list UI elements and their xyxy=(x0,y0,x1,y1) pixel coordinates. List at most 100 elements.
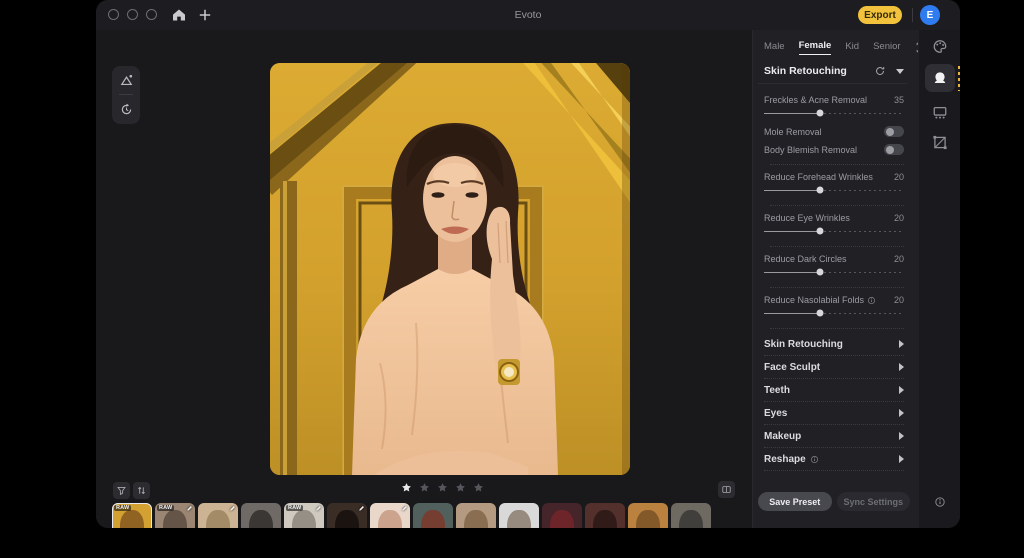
filter-button[interactable] xyxy=(113,482,130,499)
reset-icon[interactable] xyxy=(874,65,886,77)
home-icon[interactable] xyxy=(171,7,187,23)
filmstrip-thumbnail[interactable]: 9 xyxy=(456,503,496,528)
caret-down-icon[interactable] xyxy=(896,69,904,74)
slider-row: Reduce Nasolabial Folds20 xyxy=(764,295,904,305)
dotted-divider xyxy=(770,287,904,288)
save-preset-button[interactable]: Save Preset xyxy=(758,492,832,511)
filmstrip-thumbnail[interactable]: 13 xyxy=(628,503,668,528)
slider-thumb[interactable] xyxy=(817,187,824,194)
thumbnail-subject xyxy=(292,510,316,528)
history-icon[interactable] xyxy=(117,100,135,118)
new-tab-plus-icon[interactable] xyxy=(197,7,213,23)
filmstrip-thumbnail[interactable]: 12 xyxy=(585,503,625,528)
section-label: Teeth xyxy=(764,385,790,396)
slider-row: Reduce Forehead Wrinkles20 xyxy=(764,172,904,182)
compare-icon[interactable] xyxy=(117,71,135,89)
slider-track[interactable] xyxy=(764,266,904,278)
filmstrip-thumbnail[interactable]: 11 xyxy=(542,503,582,528)
thumbnail-subject xyxy=(593,510,617,528)
titlebar: Evoto Export E xyxy=(96,0,960,30)
slider-fill xyxy=(764,231,820,232)
titlebar-divider xyxy=(912,8,913,22)
tab-senior[interactable]: Senior xyxy=(873,41,900,55)
minimize-window-icon[interactable] xyxy=(127,9,138,20)
portrait-tool-icon[interactable] xyxy=(931,70,948,87)
slider-thumb[interactable] xyxy=(817,310,824,317)
edited-pencil-icon xyxy=(358,505,365,512)
edited-pencil-icon xyxy=(186,505,193,512)
window-controls[interactable] xyxy=(108,9,157,20)
canvas-area: RAW1RAW234RAW567891011121314 xyxy=(96,30,752,528)
toggle-switch[interactable] xyxy=(884,126,904,137)
avatar[interactable]: E xyxy=(920,5,940,25)
section-row-face-sculpt[interactable]: Face Sculpt xyxy=(764,356,904,379)
filmstrip-thumbnail[interactable]: 7 xyxy=(370,503,410,528)
section-label: Eyes xyxy=(764,408,787,419)
frames-tool-icon[interactable] xyxy=(931,104,948,121)
filmstrip-thumbnail[interactable]: 3 xyxy=(198,503,238,528)
canvas-toolbar xyxy=(112,66,140,124)
thumbnail-subject xyxy=(636,510,660,528)
info-icon[interactable] xyxy=(934,496,946,508)
palette-tool-icon[interactable] xyxy=(931,38,948,55)
dotted-divider xyxy=(770,205,904,206)
star-icon[interactable] xyxy=(473,482,484,493)
section-row-teeth[interactable]: Teeth xyxy=(764,379,904,402)
star-icon[interactable] xyxy=(455,482,466,493)
raw-badge: RAW xyxy=(286,505,303,511)
section-row-reshape[interactable]: Reshape xyxy=(764,448,904,471)
retouch-panel: MaleFemaleKidSenior Skin Retouching Frec… xyxy=(752,30,918,528)
filmstrip-thumbnail[interactable]: 4 xyxy=(241,503,281,528)
tab-female[interactable]: Female xyxy=(799,40,832,55)
filmstrip-thumbnail[interactable]: 8 xyxy=(413,503,453,528)
section-row-eyes[interactable]: Eyes xyxy=(764,402,904,425)
star-icon[interactable] xyxy=(401,482,412,493)
control-label: Reduce Nasolabial Folds xyxy=(764,295,876,305)
filmstrip-thumbnail[interactable]: RAW5 xyxy=(284,503,324,528)
slider-thumb[interactable] xyxy=(817,269,824,276)
toggle-knob xyxy=(886,128,894,136)
photo-canvas[interactable] xyxy=(270,63,630,475)
transform-tool-icon[interactable] xyxy=(931,134,948,151)
tab-kid[interactable]: Kid xyxy=(845,41,859,55)
sync-settings-button[interactable]: Sync Settings xyxy=(837,492,911,511)
panel-layout-button[interactable] xyxy=(718,481,735,498)
sort-button[interactable] xyxy=(133,482,150,499)
slider-row: Reduce Eye Wrinkles20 xyxy=(764,213,904,223)
section-row-skin-retouching[interactable]: Skin Retouching xyxy=(764,333,904,356)
chevron-right-icon xyxy=(899,386,904,394)
dotted-divider xyxy=(770,328,904,329)
section-row-makeup[interactable]: Makeup xyxy=(764,425,904,448)
info-icon xyxy=(810,455,819,464)
slider-track[interactable] xyxy=(764,107,904,119)
slider-track[interactable] xyxy=(764,307,904,319)
zoom-window-icon[interactable] xyxy=(146,9,157,20)
slider-thumb[interactable] xyxy=(817,110,824,117)
panel-footer: Save Preset Sync Settings xyxy=(758,492,910,511)
filmstrip-thumbnail[interactable]: 6 xyxy=(327,503,367,528)
toggle-knob xyxy=(886,146,894,154)
export-button[interactable]: Export xyxy=(858,6,902,24)
filmstrip-thumbnail[interactable]: 14 xyxy=(671,503,711,528)
filmstrip-thumbnail[interactable]: 10 xyxy=(499,503,539,528)
retouch-tabs: Male Female Kid Senior xyxy=(758,30,908,61)
window-title: Evoto xyxy=(96,9,960,21)
slider-track[interactable] xyxy=(764,184,904,196)
filmstrip-thumbnail[interactable]: RAW2 xyxy=(155,503,195,528)
edited-pencil-icon xyxy=(229,505,236,512)
slider-row: Reduce Dark Circles20 xyxy=(764,254,904,264)
slider-thumb[interactable] xyxy=(817,228,824,235)
toolbar-divider xyxy=(119,94,133,95)
tab-male[interactable]: Male xyxy=(764,41,785,55)
dotted-divider xyxy=(770,246,904,247)
toggle-switch[interactable] xyxy=(884,144,904,155)
edited-pencil-icon xyxy=(401,505,408,512)
active-tool-indicator xyxy=(958,66,961,91)
close-window-icon[interactable] xyxy=(108,9,119,20)
star-icon[interactable] xyxy=(419,482,430,493)
filmstrip-thumbnail[interactable]: RAW1 xyxy=(112,503,152,528)
slider-track[interactable] xyxy=(764,225,904,237)
star-icon[interactable] xyxy=(437,482,448,493)
thumbnail-subject xyxy=(335,510,359,528)
star-rating[interactable] xyxy=(372,482,512,493)
